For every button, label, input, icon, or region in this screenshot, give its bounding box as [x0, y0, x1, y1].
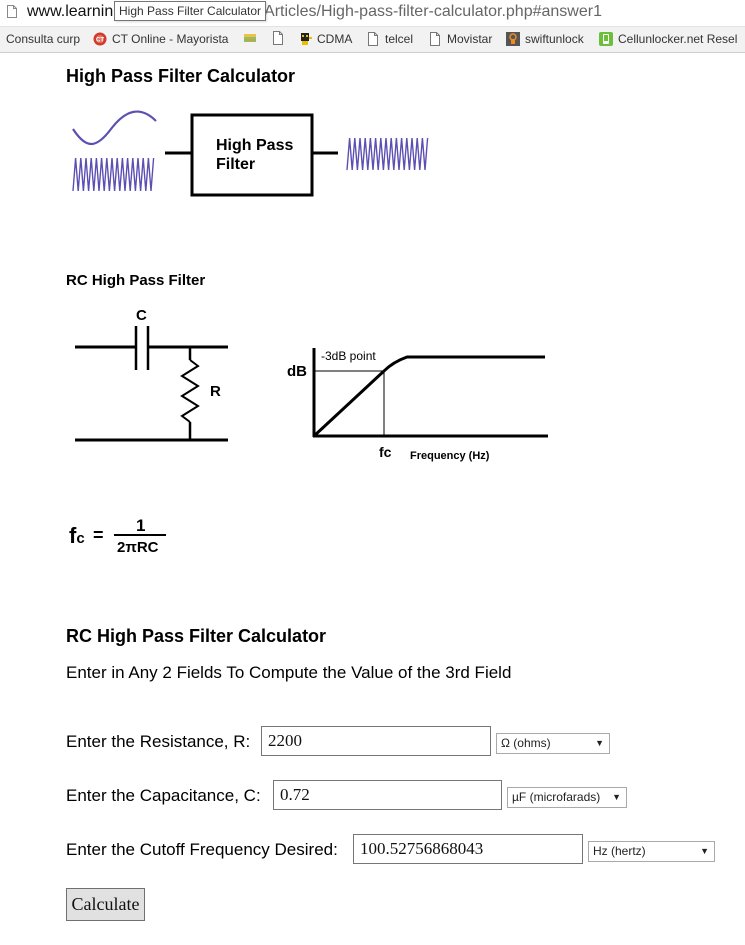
dropdown-arrow-icon: ▼: [700, 846, 709, 856]
robot-icon: [301, 33, 312, 45]
swiftunlock-icon: [506, 32, 520, 46]
bookmark-page[interactable]: [271, 31, 285, 45]
formula-equals: =: [93, 525, 104, 545]
address-bar[interactable]: www.learninm/Articles/High-pass-filter-c…: [0, 0, 745, 27]
fc-marker-label: fc: [379, 444, 392, 460]
circuit-section-title: RC High Pass Filter: [66, 272, 206, 289]
page-icon: [273, 31, 283, 45]
filter-box-label-line1: High Pass: [216, 137, 293, 154]
capacitance-label: Enter the Capacitance, C:: [66, 786, 261, 805]
filter-box-label-line2: Filter: [216, 156, 255, 173]
frequency-label: Enter the Cutoff Frequency Desired:: [66, 840, 338, 859]
block-diagram: High Pass Filter: [72, 110, 429, 197]
calculator-instructions: Enter in Any 2 Fields To Compute the Val…: [66, 663, 512, 682]
formula-lhs: fc: [69, 523, 85, 548]
bookmark-swiftunlock[interactable]: swiftunlock: [506, 31, 584, 47]
resistance-input[interactable]: 2200: [261, 726, 491, 756]
capacitor-label: C: [136, 307, 147, 324]
db-axis-label: dB: [287, 363, 307, 380]
formula-numerator: 1: [136, 516, 145, 535]
bookmarks-bar: Consulta curp CT CT Online - Mayorista C…: [0, 27, 745, 53]
calculate-button[interactable]: Calculate: [66, 888, 145, 921]
dropdown-arrow-icon: ▼: [595, 738, 604, 748]
high-frequency-wave-input: [72, 157, 155, 192]
capacitance-input[interactable]: 0.72: [273, 780, 502, 810]
bookmark-telcel[interactable]: telcel: [366, 31, 413, 47]
phone-icon: [599, 32, 613, 46]
frequency-unit-select[interactable]: Hz (hertz) ▼: [588, 841, 715, 862]
capacitance-unit-select[interactable]: µF (microfarads) ▼: [507, 787, 627, 808]
frequency-input[interactable]: 100.52756868043: [353, 834, 583, 864]
high-frequency-wave-output: [346, 137, 429, 171]
svg-text:CT: CT: [96, 38, 104, 44]
frequency-axis-label: Frequency (Hz): [410, 450, 490, 462]
low-frequency-wave: [72, 110, 157, 146]
filter-box: [190, 113, 314, 197]
dropdown-arrow-icon: ▼: [612, 792, 621, 802]
ct-logo-icon: CT: [93, 32, 107, 46]
bookmark-cdma[interactable]: CDMA: [298, 31, 352, 47]
formula-denominator: 2πRC: [117, 539, 159, 556]
bookmark-consulta-curp[interactable]: Consulta curp: [6, 31, 80, 47]
resistance-unit-select[interactable]: Ω (ohms) ▼: [496, 733, 610, 754]
cutoff-formula: fc = 1 2πRC: [69, 516, 166, 556]
minus-3db-point-label: -3dB point: [321, 349, 376, 363]
bookmark-image[interactable]: [243, 31, 257, 45]
page-icon: [430, 32, 440, 46]
page-icon: [7, 5, 17, 18]
page-title: High Pass Filter Calculator: [66, 66, 296, 86]
resistance-label: Enter the Resistance, R:: [66, 732, 251, 751]
tab-tooltip: High Pass Filter Calculator: [114, 1, 267, 21]
bookmark-ct-online[interactable]: CT CT Online - Mayorista: [93, 31, 228, 47]
image-folder-icon: [244, 34, 256, 42]
response-curve: [312, 355, 545, 438]
resistor-label: R: [210, 383, 221, 400]
rc-circuit-diagram: C R: [75, 307, 228, 442]
bookmark-movistar[interactable]: Movistar: [428, 31, 492, 47]
bookmark-cellunlocker[interactable]: Cellunlocker.net Resel: [599, 31, 737, 47]
frequency-response-graph: dB -3dB point fc Frequency (Hz): [287, 348, 548, 462]
calculator-title: RC High Pass Filter Calculator: [66, 626, 327, 646]
resistor: [180, 359, 200, 423]
page-icon: [368, 32, 378, 46]
